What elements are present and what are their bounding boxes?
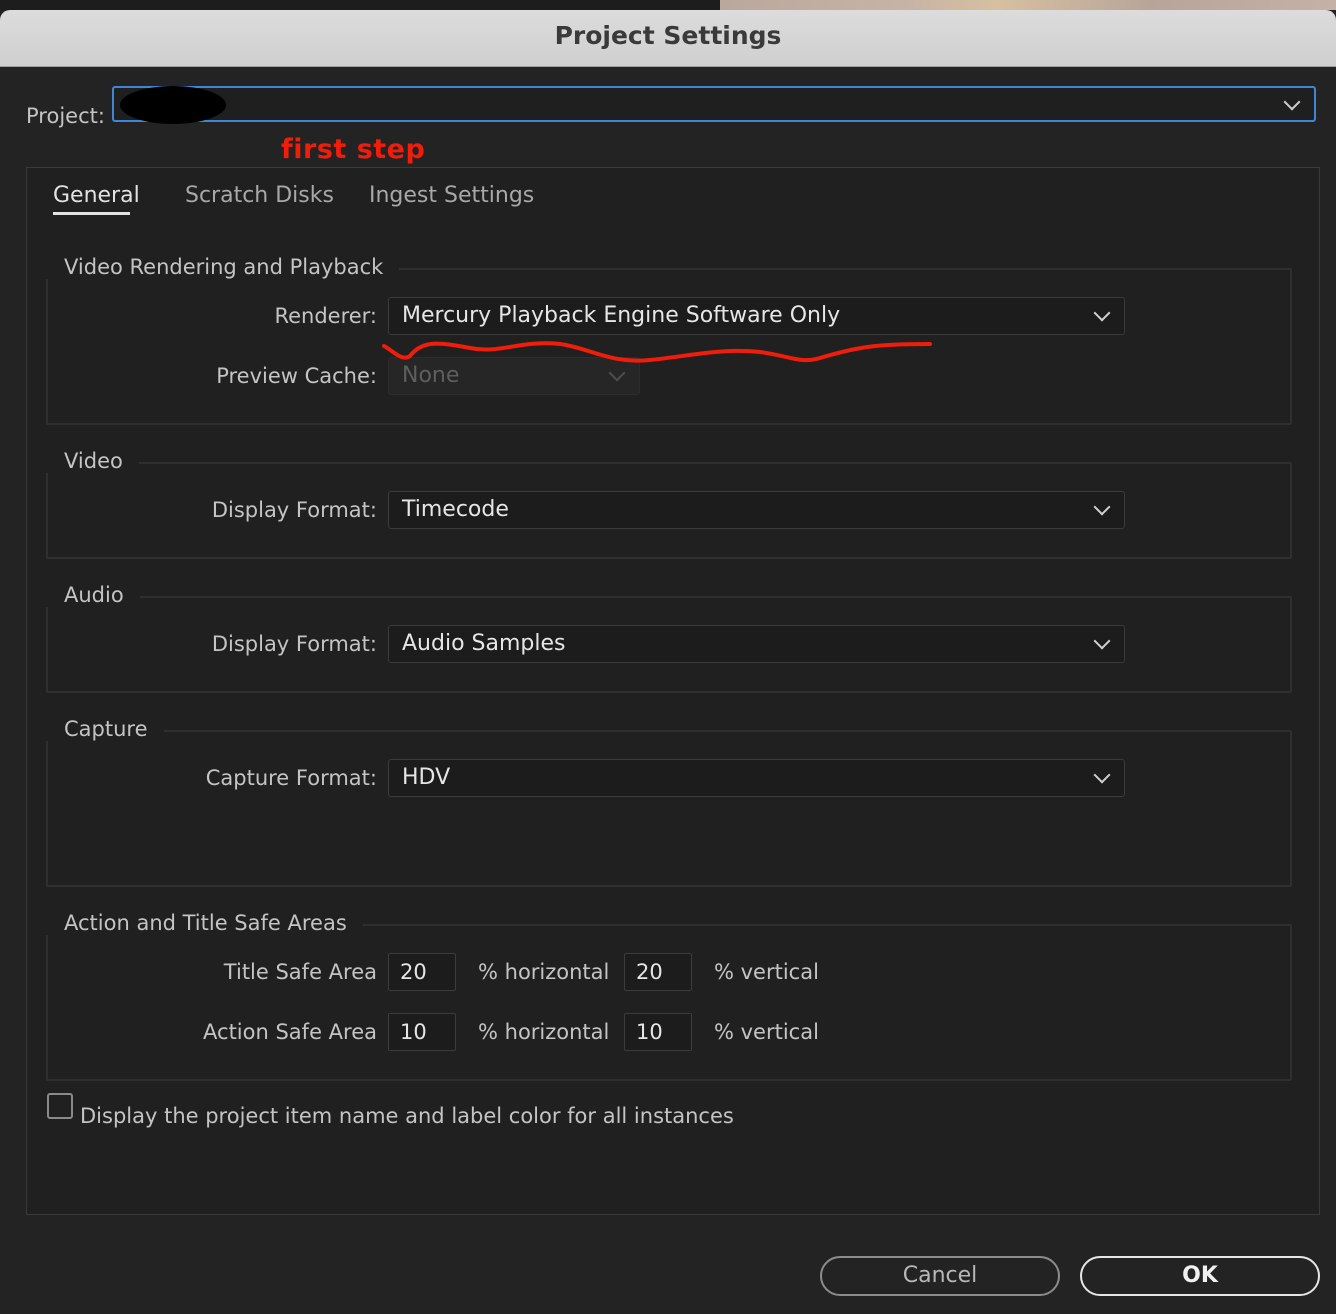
- tab-general-underline: [53, 212, 130, 215]
- title-bar: Project Settings: [0, 10, 1336, 67]
- chevron-down-icon: [1093, 766, 1111, 784]
- video-display-format-label: Display Format:: [211, 498, 377, 522]
- title-safe-label: Title Safe Area: [223, 960, 377, 984]
- action-safe-horizontal-unit: % horizontal: [478, 1020, 610, 1044]
- group-audio-title: Audio: [46, 583, 140, 607]
- group-video-rendering-title: Video Rendering and Playback: [46, 255, 400, 279]
- chevron-down-icon: [608, 364, 626, 382]
- tab-general[interactable]: General: [53, 183, 140, 208]
- capture-format-value: HDV: [402, 765, 451, 790]
- action-safe-vertical-unit: % vertical: [714, 1020, 819, 1044]
- group-safe-areas-title: Action and Title Safe Areas: [46, 911, 363, 935]
- preview-cache-value: None: [402, 363, 460, 388]
- chevron-down-icon: [1283, 93, 1301, 111]
- group-capture-title: Capture: [46, 717, 164, 741]
- title-safe-vertical-unit: % vertical: [714, 960, 819, 984]
- project-label: Project:: [26, 104, 105, 128]
- action-safe-label: Action Safe Area: [203, 1020, 377, 1044]
- capture-format-label: Capture Format:: [205, 766, 377, 790]
- audio-display-format-value: Audio Samples: [402, 631, 566, 656]
- video-display-format-dropdown[interactable]: Timecode: [388, 491, 1125, 529]
- preview-cache-dropdown: None: [388, 357, 640, 395]
- tab-ingest-settings[interactable]: Ingest Settings: [369, 183, 534, 208]
- chevron-down-icon: [1093, 304, 1111, 322]
- audio-display-format-dropdown[interactable]: Audio Samples: [388, 625, 1125, 663]
- dialog-title: Project Settings: [554, 21, 782, 50]
- preview-cache-label: Preview Cache:: [216, 364, 377, 388]
- renderer-value: Mercury Playback Engine Software Only: [402, 303, 841, 328]
- group-capture: [46, 730, 1292, 887]
- capture-format-dropdown[interactable]: HDV: [388, 759, 1125, 797]
- title-safe-horizontal-unit: % horizontal: [478, 960, 610, 984]
- ok-button[interactable]: OK: [1080, 1256, 1320, 1296]
- group-video-rendering: [46, 268, 1292, 425]
- action-safe-horizontal-input[interactable]: 10: [388, 1013, 456, 1051]
- project-select[interactable]: [112, 86, 1316, 124]
- renderer-dropdown[interactable]: Mercury Playback Engine Software Only: [388, 297, 1125, 335]
- cancel-button[interactable]: Cancel: [820, 1256, 1060, 1296]
- chevron-down-icon: [1093, 632, 1111, 650]
- display-item-name-checkbox[interactable]: [47, 1093, 73, 1119]
- group-video-title: Video: [46, 449, 139, 473]
- display-item-name-label: Display the project item name and label …: [80, 1104, 734, 1128]
- redacted-project-name: [120, 86, 226, 124]
- chevron-down-icon: [1093, 498, 1111, 516]
- audio-display-format-label: Display Format:: [211, 632, 377, 656]
- annotation-first-step: first step: [281, 134, 426, 165]
- group-safe-areas: [46, 924, 1292, 1081]
- tab-scratch-disks[interactable]: Scratch Disks: [185, 183, 334, 208]
- action-safe-vertical-input[interactable]: 10: [624, 1013, 692, 1051]
- title-safe-horizontal-input[interactable]: 20: [388, 953, 456, 991]
- video-display-format-value: Timecode: [402, 497, 509, 522]
- renderer-label: Renderer:: [274, 304, 377, 328]
- title-safe-vertical-input[interactable]: 20: [624, 953, 692, 991]
